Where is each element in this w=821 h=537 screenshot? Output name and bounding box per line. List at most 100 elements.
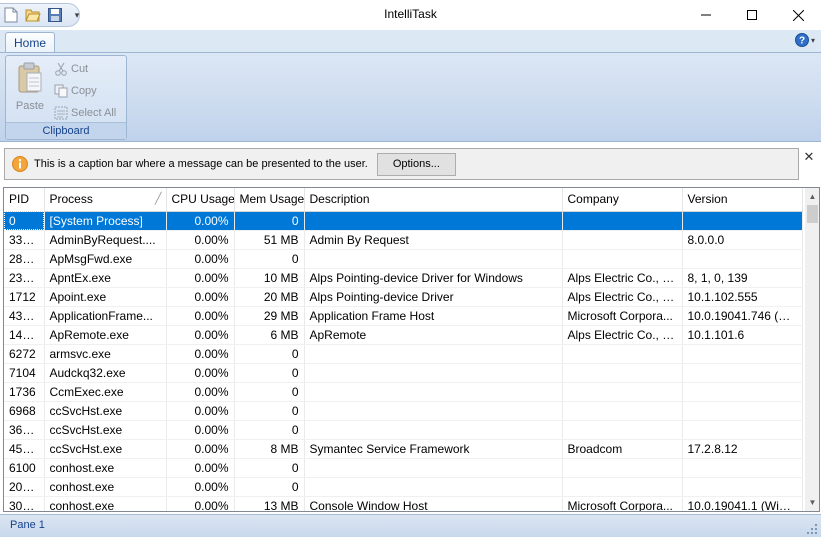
cell-cpu-usage: 0.00% bbox=[166, 287, 235, 307]
cell-pid: 20248 bbox=[4, 477, 45, 497]
cell-pid: 33620 bbox=[4, 230, 45, 250]
table-row[interactable]: 30608 conhost.exe 0.00% 13 MB Console Window… bbox=[4, 496, 803, 511]
cell-pid: 0 bbox=[4, 211, 45, 231]
vertical-scrollbar[interactable]: ▲ ▼ bbox=[805, 188, 819, 511]
resize-grip-icon[interactable] bbox=[807, 524, 817, 534]
sort-indicator-icon: ╱ bbox=[154, 193, 162, 205]
paste-button[interactable]: Paste bbox=[10, 59, 50, 117]
table-row[interactable]: 33620 AdminByRequest.... 0.00% 51 MB Admin B… bbox=[4, 230, 803, 250]
cell-version: 8, 1, 0, 139 bbox=[682, 268, 803, 288]
cell-version bbox=[682, 211, 803, 231]
tab-home[interactable]: Home bbox=[5, 32, 55, 54]
cut-button[interactable]: Cut bbox=[54, 59, 88, 79]
table-row[interactable]: 6100 conhost.exe 0.00% 0 bbox=[4, 458, 803, 478]
cell-version bbox=[682, 420, 803, 440]
table-row[interactable]: 0 [System Process] 0.00% 0 bbox=[4, 211, 803, 231]
copy-icon bbox=[54, 84, 68, 98]
cell-description: ApRemote bbox=[304, 325, 563, 345]
column-header-pid[interactable]: PID bbox=[4, 188, 45, 212]
cell-mem-usage: 10 MB bbox=[234, 268, 305, 288]
cell-mem-usage: 0 bbox=[234, 363, 305, 383]
table-row[interactable]: 23496 ApntEx.exe 0.00% 10 MB Alps Pointing-d… bbox=[4, 268, 803, 288]
cell-mem-usage: 6 MB bbox=[234, 325, 305, 345]
cell-cpu-usage: 0.00% bbox=[166, 344, 235, 364]
cell-pid: 1736 bbox=[4, 382, 45, 402]
cell-mem-usage: 0 bbox=[234, 211, 305, 231]
table-row[interactable]: 43136 ApplicationFrame... 0.00% 29 MB Applic… bbox=[4, 306, 803, 326]
table-row[interactable]: 28372 ApMsgFwd.exe 0.00% 0 bbox=[4, 249, 803, 269]
cell-company bbox=[562, 382, 683, 402]
cell-cpu-usage: 0.00% bbox=[166, 458, 235, 478]
cell-description: Alps Pointing-device Driver bbox=[304, 287, 563, 307]
column-header-version[interactable]: Version bbox=[682, 188, 803, 212]
scroll-thumb[interactable] bbox=[807, 205, 818, 223]
cell-process: ApplicationFrame... bbox=[44, 306, 167, 326]
process-table: PID Process ╱ CPU Usage Mem Usage Descrip… bbox=[4, 188, 803, 511]
cell-company bbox=[562, 363, 683, 383]
cell-description bbox=[304, 420, 563, 440]
table-row[interactable]: 7104 Audckq32.exe 0.00% 0 bbox=[4, 363, 803, 383]
open-folder-icon[interactable] bbox=[22, 5, 44, 25]
table-row[interactable]: 1712 Apoint.exe 0.00% 20 MB Alps Pointing-de… bbox=[4, 287, 803, 307]
minimize-icon bbox=[701, 14, 711, 16]
cell-version: 10.0.19041.746 (Wi... bbox=[682, 306, 803, 326]
table-row[interactable]: 1736 CcmExec.exe 0.00% 0 bbox=[4, 382, 803, 402]
cell-process: conhost.exe bbox=[44, 496, 167, 511]
select-all-icon bbox=[54, 106, 68, 120]
scroll-down-arrow-icon[interactable]: ▼ bbox=[805, 494, 819, 511]
customize-quick-access-button[interactable]: ▾ bbox=[70, 5, 84, 25]
cell-cpu-usage: 0.00% bbox=[166, 382, 235, 402]
cell-process: ApRemote.exe bbox=[44, 325, 167, 345]
maximize-button[interactable] bbox=[729, 0, 775, 30]
column-header-cpu-usage[interactable]: CPU Usage bbox=[166, 188, 235, 212]
select-all-label: Select All bbox=[71, 107, 117, 119]
cell-description bbox=[304, 401, 563, 421]
column-header-company[interactable]: Company bbox=[562, 188, 683, 212]
cell-pid: 1712 bbox=[4, 287, 45, 307]
table-row[interactable]: 20248 conhost.exe 0.00% 0 bbox=[4, 477, 803, 497]
status-bar: Pane 1 bbox=[0, 514, 821, 537]
cell-process: conhost.exe bbox=[44, 458, 167, 478]
cell-mem-usage: 51 MB bbox=[234, 230, 305, 250]
table-row[interactable]: 6968 ccSvcHst.exe 0.00% 0 bbox=[4, 401, 803, 421]
table-row[interactable]: 36732 ccSvcHst.exe 0.00% 0 bbox=[4, 420, 803, 440]
cell-version bbox=[682, 401, 803, 421]
paste-label: Paste bbox=[15, 100, 45, 112]
cell-mem-usage: 20 MB bbox=[234, 287, 305, 307]
cell-pid: 6272 bbox=[4, 344, 45, 364]
ribbon-panel: Paste Cut Copy Select All Clipboard bbox=[0, 52, 821, 142]
cell-mem-usage: 0 bbox=[234, 382, 305, 402]
cell-pid: 36732 bbox=[4, 420, 45, 440]
save-icon[interactable] bbox=[44, 5, 66, 25]
cell-process: armsvc.exe bbox=[44, 344, 167, 364]
table-row[interactable]: 45232 ccSvcHst.exe 0.00% 8 MB Symantec Servi… bbox=[4, 439, 803, 459]
table-row[interactable]: 14724 ApRemote.exe 0.00% 6 MB ApRemote Alps E… bbox=[4, 325, 803, 345]
cut-label: Cut bbox=[71, 63, 89, 75]
cell-mem-usage: 0 bbox=[234, 420, 305, 440]
copy-button[interactable]: Copy bbox=[54, 81, 97, 101]
close-button[interactable] bbox=[775, 0, 821, 30]
process-grid: PID Process ╱ CPU Usage Mem Usage Descrip… bbox=[3, 187, 820, 512]
process-table-body: 0 [System Process] 0.00% 0 33620 AdminByReque… bbox=[4, 211, 803, 511]
cell-version bbox=[682, 344, 803, 364]
cell-mem-usage: 29 MB bbox=[234, 306, 305, 326]
caption-close-icon[interactable]: ✕ bbox=[802, 150, 816, 164]
select-all-button[interactable]: Select All bbox=[54, 103, 116, 123]
options-button[interactable]: Options... bbox=[376, 152, 456, 176]
cell-mem-usage: 0 bbox=[234, 458, 305, 478]
cell-cpu-usage: 0.00% bbox=[166, 230, 235, 250]
new-file-icon[interactable] bbox=[0, 5, 22, 25]
minimize-button[interactable] bbox=[683, 0, 729, 30]
help-button[interactable]: ? ▾ bbox=[794, 33, 815, 47]
column-header-process[interactable]: Process ╱ bbox=[44, 188, 167, 212]
cell-cpu-usage: 0.00% bbox=[166, 211, 235, 231]
column-header-mem-usage[interactable]: Mem Usage bbox=[234, 188, 305, 212]
cell-cpu-usage: 0.00% bbox=[166, 477, 235, 497]
cell-description: Symantec Service Framework bbox=[304, 439, 563, 459]
table-row[interactable]: 6272 armsvc.exe 0.00% 0 bbox=[4, 344, 803, 364]
cell-description: Alps Pointing-device Driver for Windows bbox=[304, 268, 563, 288]
scroll-up-arrow-icon[interactable]: ▲ bbox=[805, 188, 819, 205]
cell-company: Broadcom bbox=[562, 439, 683, 459]
column-header-description[interactable]: Description bbox=[304, 188, 563, 212]
cell-mem-usage: 8 MB bbox=[234, 439, 305, 459]
